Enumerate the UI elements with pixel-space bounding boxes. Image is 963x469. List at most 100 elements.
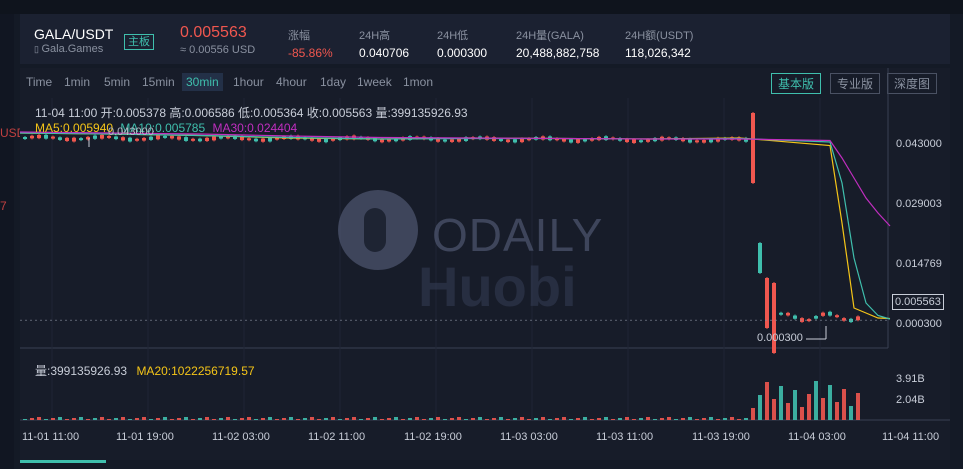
candle-body: [135, 138, 139, 141]
volume-bar: [443, 419, 447, 420]
volume-bar: [394, 417, 398, 420]
volume-bar: [478, 417, 482, 420]
volume-bar: [296, 419, 300, 420]
volume-bar: [366, 418, 370, 420]
volume-ma20: MA20:1022256719.57: [136, 364, 255, 378]
scroll-indicator[interactable]: [20, 460, 106, 463]
ma30-label: MA30:0.024404: [212, 121, 298, 135]
volume-bar: [856, 393, 860, 420]
kline-chart[interactable]: Time 1min 5min 15min 30min 1hour 4hour 1…: [20, 68, 950, 460]
volume-bar: [534, 418, 538, 420]
candle-body: [163, 135, 167, 138]
board-badge: 主板: [124, 34, 154, 50]
volume-bar: [205, 417, 209, 420]
volume-bar: [835, 402, 839, 420]
candle-body: [793, 315, 797, 319]
volume-bar: [723, 418, 727, 420]
volume-bar: [849, 406, 853, 420]
volume-bar: [541, 417, 545, 420]
ticker-header: GALA/USDT 主板 ▯ Gala.Games 0.005563 ≈ 0.0…: [20, 14, 950, 64]
candle-body: [562, 138, 566, 142]
candle-body: [758, 243, 762, 273]
candle-body: [583, 139, 587, 142]
candle-body: [184, 137, 188, 141]
volume-bar: [709, 417, 713, 420]
time-tick-9: 11-04 11:00: [882, 431, 940, 443]
stat-value: 0.040706: [359, 46, 410, 60]
candle-body: [821, 312, 825, 316]
volume-bar: [310, 417, 314, 420]
volume-bar: [135, 418, 139, 420]
volume-bar: [702, 418, 706, 420]
candle-body: [177, 136, 181, 140]
stat-label: 24H高: [359, 30, 391, 42]
volume-bar: [247, 417, 251, 420]
volume-bar: [506, 419, 510, 420]
volume-bar: [597, 418, 601, 420]
volume-bar: [793, 390, 797, 420]
candle-body: [443, 139, 447, 142]
volume-bar: [779, 386, 783, 420]
volume-bar: [674, 419, 678, 420]
volume-bar: [548, 419, 552, 420]
candle-body: [765, 278, 769, 328]
volume-bar: [72, 418, 76, 420]
volume-bar: [107, 419, 111, 420]
candle-body: [450, 139, 454, 142]
time-tick-4: 11-02 19:00: [404, 431, 462, 443]
candle-body: [72, 137, 76, 142]
volume-bar: [86, 419, 90, 420]
volume-bar: [289, 417, 293, 420]
volume-bar: [331, 417, 335, 420]
volume-bar: [415, 417, 419, 420]
volume-bar: [667, 417, 671, 420]
current-price-tag: 0.005563: [892, 294, 944, 310]
candle-body: [702, 140, 706, 143]
volume-bar: [261, 418, 265, 420]
volume-bar: [219, 418, 223, 420]
volume-bar: [786, 403, 790, 420]
candle-body: [828, 311, 832, 316]
volume-bar: [681, 418, 685, 420]
candle-body: [212, 136, 216, 141]
volume-bar: [814, 381, 818, 420]
volume-bar: [359, 419, 363, 420]
candle-body: [128, 137, 132, 142]
volume-bar: [149, 419, 153, 420]
project-name: Gala.Games: [41, 43, 104, 55]
watermark-source: Huobi: [418, 255, 577, 318]
volume-bar: [513, 418, 517, 420]
volume-bar: [555, 418, 559, 420]
volume-bar: [562, 417, 566, 420]
volume-bar: [23, 419, 27, 420]
volume-bar: [387, 418, 391, 420]
volume-bar: [618, 418, 622, 420]
price-tick-4: 0.000300: [896, 318, 942, 330]
volume-bar: [422, 419, 426, 420]
volume-bar: [156, 418, 160, 420]
candle-body: [646, 139, 650, 142]
volume-bar: [653, 419, 657, 420]
candle-body: [23, 137, 27, 139]
candle-body: [93, 135, 97, 139]
volume-bar: [499, 417, 503, 420]
stat-label: 24H额(USDT): [625, 30, 694, 42]
volume-bar: [114, 418, 118, 420]
candle-body: [317, 138, 321, 142]
volume-bar: [695, 419, 699, 420]
volume-bar: [401, 419, 405, 420]
volume-bar: [464, 419, 468, 420]
stat-label: 24H量(GALA): [516, 30, 584, 42]
candle-body: [44, 134, 48, 139]
volume-bar: [576, 418, 580, 420]
volume-bar: [345, 418, 349, 420]
symbol-title[interactable]: GALA/USDT: [34, 26, 113, 42]
candle-body: [779, 312, 783, 315]
candle-body: [576, 139, 580, 143]
volume-bar: [317, 419, 321, 420]
last-price: 0.005563: [180, 24, 247, 41]
candle-body: [632, 139, 636, 144]
volume-bar: [226, 417, 230, 420]
ohlc-info: 11-04 11:00 开:0.005378 高:0.006586 低:0.00…: [35, 106, 468, 120]
volume-bar: [625, 417, 629, 420]
